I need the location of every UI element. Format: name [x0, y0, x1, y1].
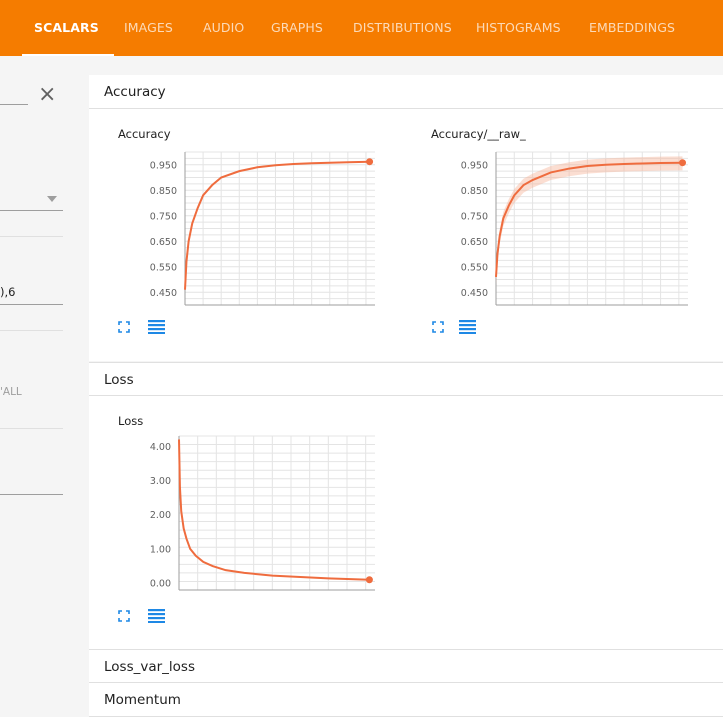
series-end-point	[366, 158, 374, 166]
dropdown-select[interactable]	[0, 210, 63, 211]
category-body-accuracy: Accuracy 0.4500.5500.6500.7500.8500.9500…	[89, 109, 723, 361]
main-content: Accuracy Accuracy 0.450 0.550 0.650 0.750 0.…	[89, 56, 723, 717]
series-end-point	[365, 576, 373, 584]
data-table-icon[interactable]	[148, 609, 165, 623]
y-tick-label: 0.950	[461, 160, 488, 171]
dropdown-arrow-icon[interactable]	[47, 196, 57, 202]
series-line	[184, 160, 370, 290]
chart-accuracy[interactable]: 0.4500.5500.6500.7500.8500.9500.0003.000…	[89, 109, 389, 309]
tab-embeddings[interactable]: EMBEDDINGS	[589, 0, 675, 56]
fullscreen-icon[interactable]	[118, 610, 130, 622]
regex-input-underline[interactable]	[0, 494, 63, 495]
category-header-accuracy[interactable]: Accuracy	[89, 75, 723, 109]
chart-loss[interactable]: 0.001.002.003.004.000.0003.000k6.000k9.0…	[89, 396, 389, 596]
y-tick-label: 0.950	[150, 160, 177, 171]
tab-scalars[interactable]: SCALARS	[34, 0, 99, 56]
series-line	[178, 439, 370, 581]
y-tick-label: 0.750	[150, 211, 177, 222]
data-table-icon[interactable]	[459, 320, 476, 334]
tab-audio[interactable]: AUDIO	[203, 0, 244, 56]
y-tick-label: 0.750	[461, 211, 488, 222]
y-tick-label: 0.650	[150, 237, 177, 248]
y-tick-label: 0.550	[150, 262, 177, 273]
y-tick-label: 3.00	[150, 476, 171, 487]
smoothing-input-underline[interactable]	[0, 304, 63, 305]
tab-images[interactable]: IMAGES	[124, 0, 173, 56]
top-nav-bar: SCALARS IMAGES AUDIO GRAPHS DISTRIBUTION…	[0, 0, 723, 56]
fullscreen-icon[interactable]	[432, 321, 444, 333]
sidebar-divider	[0, 428, 63, 429]
y-tick-label: 1.00	[150, 544, 171, 555]
smoothing-value[interactable]: ),6	[0, 285, 15, 299]
fullscreen-icon[interactable]	[118, 321, 130, 333]
data-table-icon[interactable]	[148, 320, 165, 334]
category-header-loss[interactable]: Loss	[89, 362, 723, 396]
chart-accuracy-raw[interactable]: 0.4500.5500.6500.7500.8500.9500.0003.000…	[400, 109, 700, 309]
tab-graphs[interactable]: GRAPHS	[271, 0, 323, 56]
category-body-loss: Loss 0.001.002.003.004.000.0003.000k6.00…	[89, 396, 723, 649]
close-icon[interactable]: ×	[38, 82, 56, 107]
y-tick-label: 0.850	[150, 186, 177, 197]
category-header-momentum[interactable]: Momentum	[89, 683, 723, 717]
y-tick-label: 0.450	[150, 288, 177, 299]
filter-input-underline[interactable]	[0, 104, 28, 105]
y-tick-label: 0.550	[461, 262, 488, 273]
tab-distributions[interactable]: DISTRIBUTIONS	[353, 0, 452, 56]
toggle-all-runs-button[interactable]: 'ALL	[0, 386, 22, 398]
y-tick-label: 0.450	[461, 288, 488, 299]
y-tick-label: 0.650	[461, 237, 488, 248]
category-header-loss-var-loss[interactable]: Loss_var_loss	[89, 649, 723, 683]
raw-series-band	[496, 156, 683, 285]
y-tick-label: 2.00	[150, 510, 171, 521]
series-end-point	[679, 159, 687, 167]
y-tick-label: 0.00	[150, 579, 171, 590]
y-tick-label: 4.00	[150, 442, 171, 453]
y-tick-label: 0.850	[461, 186, 488, 197]
sidebar-divider	[0, 236, 63, 237]
sidebar: × ),6 'ALL	[0, 56, 84, 717]
tab-histograms[interactable]: HISTOGRAMS	[476, 0, 561, 56]
sidebar-divider	[0, 330, 63, 331]
